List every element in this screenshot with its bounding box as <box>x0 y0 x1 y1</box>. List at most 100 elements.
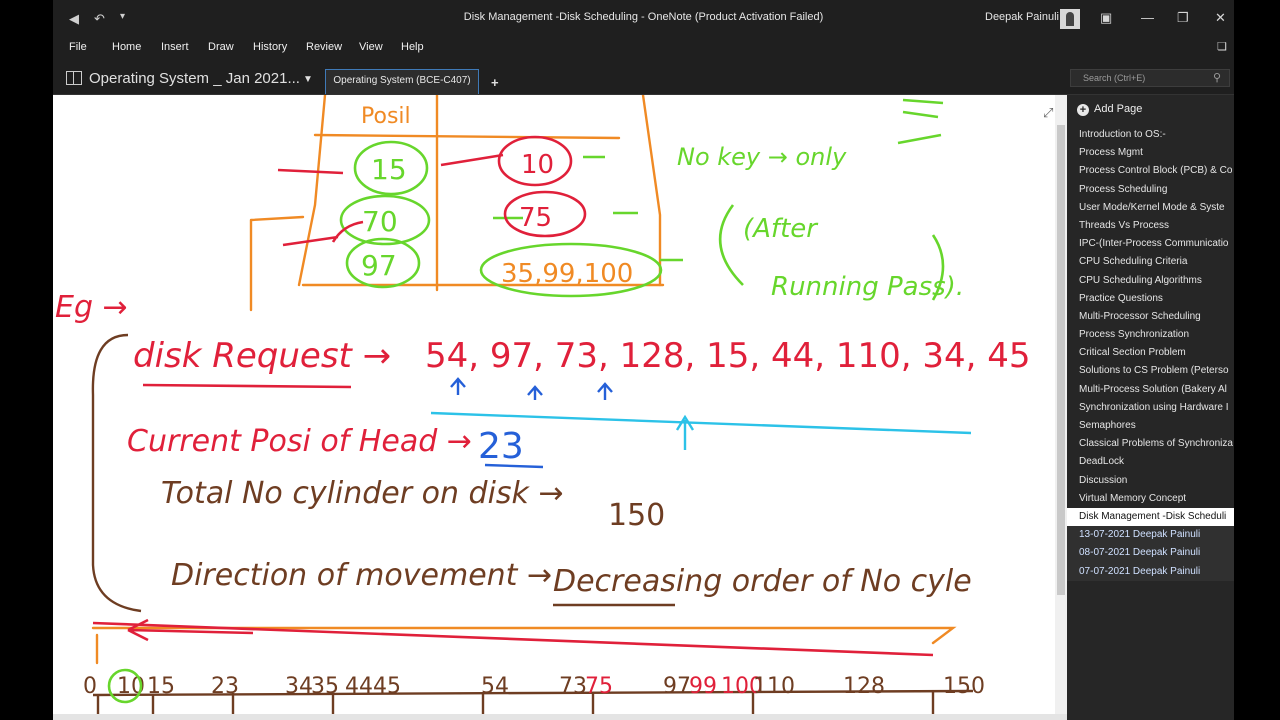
ink-disk-request-label: disk Request → <box>133 336 391 376</box>
page-item[interactable]: Solutions to CS Problem (Peterso <box>1067 362 1234 380</box>
ink-left-1: 15 <box>371 153 407 186</box>
right-border <box>1234 0 1280 720</box>
axis-label: 35 <box>311 674 339 699</box>
close-icon[interactable]: ✕ <box>1215 10 1226 26</box>
menu-bar: File Home Insert Draw History Review Vie… <box>53 36 1234 60</box>
page-list: Introduction to OS:- Process Mgmt Process … <box>1067 126 1234 581</box>
axis-label: 54 <box>481 674 509 699</box>
page-item[interactable]: IPC-(Inter-Process Communicatio <box>1067 235 1234 253</box>
menu-help[interactable]: Help <box>401 41 424 53</box>
page-item[interactable]: CPU Scheduling Criteria <box>1067 253 1234 271</box>
ink-direction-label: Direction of movement → <box>171 558 552 593</box>
scrollbar-thumb[interactable] <box>1057 125 1065 595</box>
vertical-scrollbar[interactable] <box>1055 95 1067 715</box>
ink-table-header: Posil <box>361 104 411 129</box>
page-item[interactable]: Process Control Block (PCB) & Co <box>1067 162 1234 180</box>
axis-label: 45 <box>373 674 401 699</box>
ink-right-1: 10 <box>521 150 554 180</box>
user-name[interactable]: Deepak Painuli <box>985 11 1059 23</box>
add-page-button[interactable]: + Add Page <box>1077 99 1142 119</box>
axis-label: 23 <box>211 674 239 699</box>
axis-label: 75 <box>585 674 613 699</box>
minimize-icon[interactable]: — <box>1141 10 1154 25</box>
page-item[interactable]: Threads Vs Process <box>1067 217 1234 235</box>
search-icon[interactable]: ⚲ <box>1213 71 1221 84</box>
page-item[interactable]: User Mode/Kernel Mode & Syste <box>1067 199 1234 217</box>
sticky-notes-icon[interactable]: ❏ <box>1217 40 1227 53</box>
section-tab[interactable]: Operating System (BCE-C407) <box>325 69 479 94</box>
menu-insert[interactable]: Insert <box>161 41 189 53</box>
menu-review[interactable]: Review <box>306 41 342 53</box>
page-canvas[interactable]: Posil 15 70 97 35,99,100 No key → only (… <box>53 95 1055 720</box>
ink-right-2: 75 <box>519 203 552 233</box>
pages-panel: + Add Page Introduction to OS:- Process Mg… <box>1067 95 1234 720</box>
ink-total-cyl-value: 150 <box>608 498 665 533</box>
axis-label: 99 <box>689 674 717 699</box>
left-border <box>0 0 53 720</box>
avatar[interactable] <box>1060 9 1080 29</box>
horizontal-scrollbar[interactable] <box>53 714 1067 720</box>
page-item[interactable]: Process Mgmt <box>1067 144 1234 162</box>
page-item[interactable]: Classical Problems of Synchroniza <box>1067 435 1234 453</box>
ink-direction-value: Decreasing order of No cyle <box>553 564 972 599</box>
subpage-item[interactable]: 13-07-2021 Deepak Painuli <box>1067 526 1234 545</box>
ink-green-note-2: (After <box>743 214 819 244</box>
menu-history[interactable]: History <box>253 41 287 53</box>
page-item[interactable]: Virtual Memory Concept <box>1067 490 1234 508</box>
page-item[interactable]: DeadLock <box>1067 453 1234 471</box>
ink-right-3: 35,99,100 <box>501 259 633 289</box>
ink-eg: Eg → <box>55 290 128 325</box>
title-bar: ◀ ↶ ▾ Disk Management -Disk Scheduling -… <box>53 0 1234 36</box>
page-item[interactable]: Practice Questions <box>1067 290 1234 308</box>
page-item[interactable]: Process Synchronization <box>1067 326 1234 344</box>
page-item[interactable]: Multi-Processor Scheduling <box>1067 308 1234 326</box>
page-item[interactable]: Introduction to OS:- <box>1067 126 1234 144</box>
axis-label: 0 <box>83 674 97 699</box>
page-item[interactable]: Critical Section Problem <box>1067 344 1234 362</box>
page-item[interactable]: Synchronization using Hardware I <box>1067 399 1234 417</box>
axis-label: 34 <box>285 674 313 699</box>
page-item[interactable]: Discussion <box>1067 472 1234 490</box>
menu-draw[interactable]: Draw <box>208 41 234 53</box>
expand-icon[interactable]: ⤢ <box>1043 105 1053 121</box>
notebook-bar: Operating System _ Jan 2021... ▼ Operati… <box>53 60 1234 95</box>
ink-left-2: 70 <box>362 205 398 238</box>
notebook-icon <box>66 71 82 85</box>
menu-home[interactable]: Home <box>112 41 141 53</box>
notebook-name[interactable]: Operating System _ Jan 2021... <box>89 70 300 87</box>
subpage-item[interactable]: 07-07-2021 Deepak Painuli <box>1067 562 1234 581</box>
axis-label: 150 <box>943 674 985 699</box>
ink-disk-request-values: 54, 97, 73, 128, 15, 44, 110, 34, 45 <box>425 336 1031 376</box>
ink-green-note-3: Running Pass). <box>771 272 964 302</box>
ink-current-head-value: 23 <box>478 426 524 467</box>
onenote-window: ◀ ↶ ▾ Disk Management -Disk Scheduling -… <box>53 0 1234 720</box>
chevron-down-icon[interactable]: ▼ <box>303 74 313 85</box>
page-item[interactable]: Process Scheduling <box>1067 181 1234 199</box>
menu-view[interactable]: View <box>359 41 383 53</box>
add-page-label: Add Page <box>1094 103 1143 115</box>
full-page-view-icon[interactable]: ▣ <box>1100 10 1112 26</box>
ink-total-cyl-label: Total No cylinder on disk → <box>161 476 564 511</box>
page-item[interactable]: Disk Management -Disk Scheduli <box>1067 507 1234 527</box>
page-item[interactable]: CPU Scheduling Algorithms <box>1067 272 1234 290</box>
search-input[interactable]: Search (Ctrl+E) ⚲ <box>1070 69 1230 87</box>
ink-left-3: 97 <box>361 249 397 282</box>
menu-file[interactable]: File <box>69 41 87 53</box>
ink-current-head-label: Current Posi of Head → <box>127 424 472 459</box>
page-item[interactable]: Multi-Process Solution (Bakery Al <box>1067 381 1234 399</box>
ink-drawing: Posil 15 70 97 35,99,100 No key → only (… <box>55 95 1031 715</box>
add-icon: + <box>1077 104 1089 116</box>
axis-label: 15 <box>147 674 175 699</box>
axis-labels: 0 10 15 23 3435 44 45 54 7375 9799 100110 128 150 <box>83 674 985 699</box>
search-placeholder: Search (Ctrl+E) <box>1083 73 1146 83</box>
axis-label: 110 <box>753 674 795 699</box>
axis-label: 44 <box>345 674 373 699</box>
page-item[interactable]: Semaphores <box>1067 417 1234 435</box>
axis-label: 97 <box>663 674 691 699</box>
ink-green-note-1: No key → only <box>677 143 847 171</box>
axis-label: 73 <box>559 674 587 699</box>
subpage-item[interactable]: 08-07-2021 Deepak Painuli <box>1067 544 1234 563</box>
restore-icon[interactable]: ❐ <box>1177 10 1189 26</box>
axis-label: 128 <box>843 674 885 699</box>
add-section-icon[interactable]: + <box>491 75 499 90</box>
